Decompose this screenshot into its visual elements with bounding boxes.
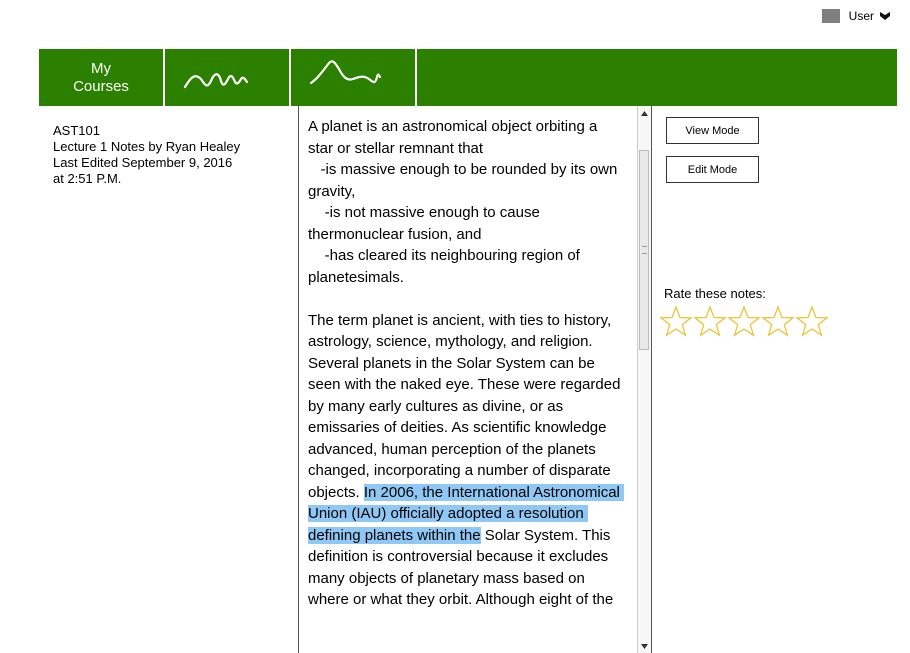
- squiggle-peak-icon: [309, 60, 382, 85]
- course-code: AST101: [53, 123, 100, 138]
- star-icon[interactable]: [659, 305, 693, 337]
- scroll-up-arrow-icon[interactable]: [638, 106, 651, 120]
- squiggle-wave-icon: [183, 73, 249, 89]
- star-icon[interactable]: [693, 305, 727, 337]
- last-edited-time: at 2:51 P.M.: [53, 171, 122, 186]
- star-icon[interactable]: [727, 305, 761, 337]
- lecture-title: Lecture 1 Notes by Ryan Healey: [53, 139, 241, 154]
- notes-scrollbar[interactable]: [637, 106, 651, 653]
- course-navbar: My Courses: [39, 49, 897, 106]
- rate-label: Rate these notes:: [664, 286, 766, 301]
- notes-text-part1: A planet is an astronomical object orbit…: [308, 118, 621, 501]
- my-courses-label-line1: My: [91, 59, 111, 77]
- user-name: User: [848, 9, 874, 23]
- scroll-thumb[interactable]: [639, 150, 649, 350]
- edit-mode-button[interactable]: Edit Mode: [666, 156, 759, 183]
- notes-content[interactable]: A planet is an astronomical object orbit…: [308, 116, 625, 611]
- grip-icon: [642, 246, 647, 254]
- my-courses-link[interactable]: My Courses: [39, 49, 163, 106]
- star-rating[interactable]: [659, 305, 829, 337]
- chevron-down-icon[interactable]: [880, 11, 890, 21]
- star-icon[interactable]: [761, 305, 795, 337]
- nav-item-peak[interactable]: [291, 49, 415, 106]
- view-mode-button[interactable]: View Mode: [666, 117, 759, 144]
- avatar: [821, 9, 840, 23]
- scroll-down-arrow-icon[interactable]: [638, 639, 651, 653]
- my-courses-label-line2: Courses: [73, 77, 129, 95]
- course-info: AST101 Lecture 1 Notes by Ryan Healey La…: [53, 123, 283, 187]
- user-menu[interactable]: User: [821, 9, 890, 23]
- star-icon[interactable]: [795, 305, 829, 337]
- last-edited: Last Edited September 9, 2016: [53, 155, 233, 170]
- nav-divider: [415, 49, 417, 106]
- nav-item-wave[interactable]: [165, 49, 289, 106]
- notes-panel[interactable]: A planet is an astronomical object orbit…: [298, 106, 652, 653]
